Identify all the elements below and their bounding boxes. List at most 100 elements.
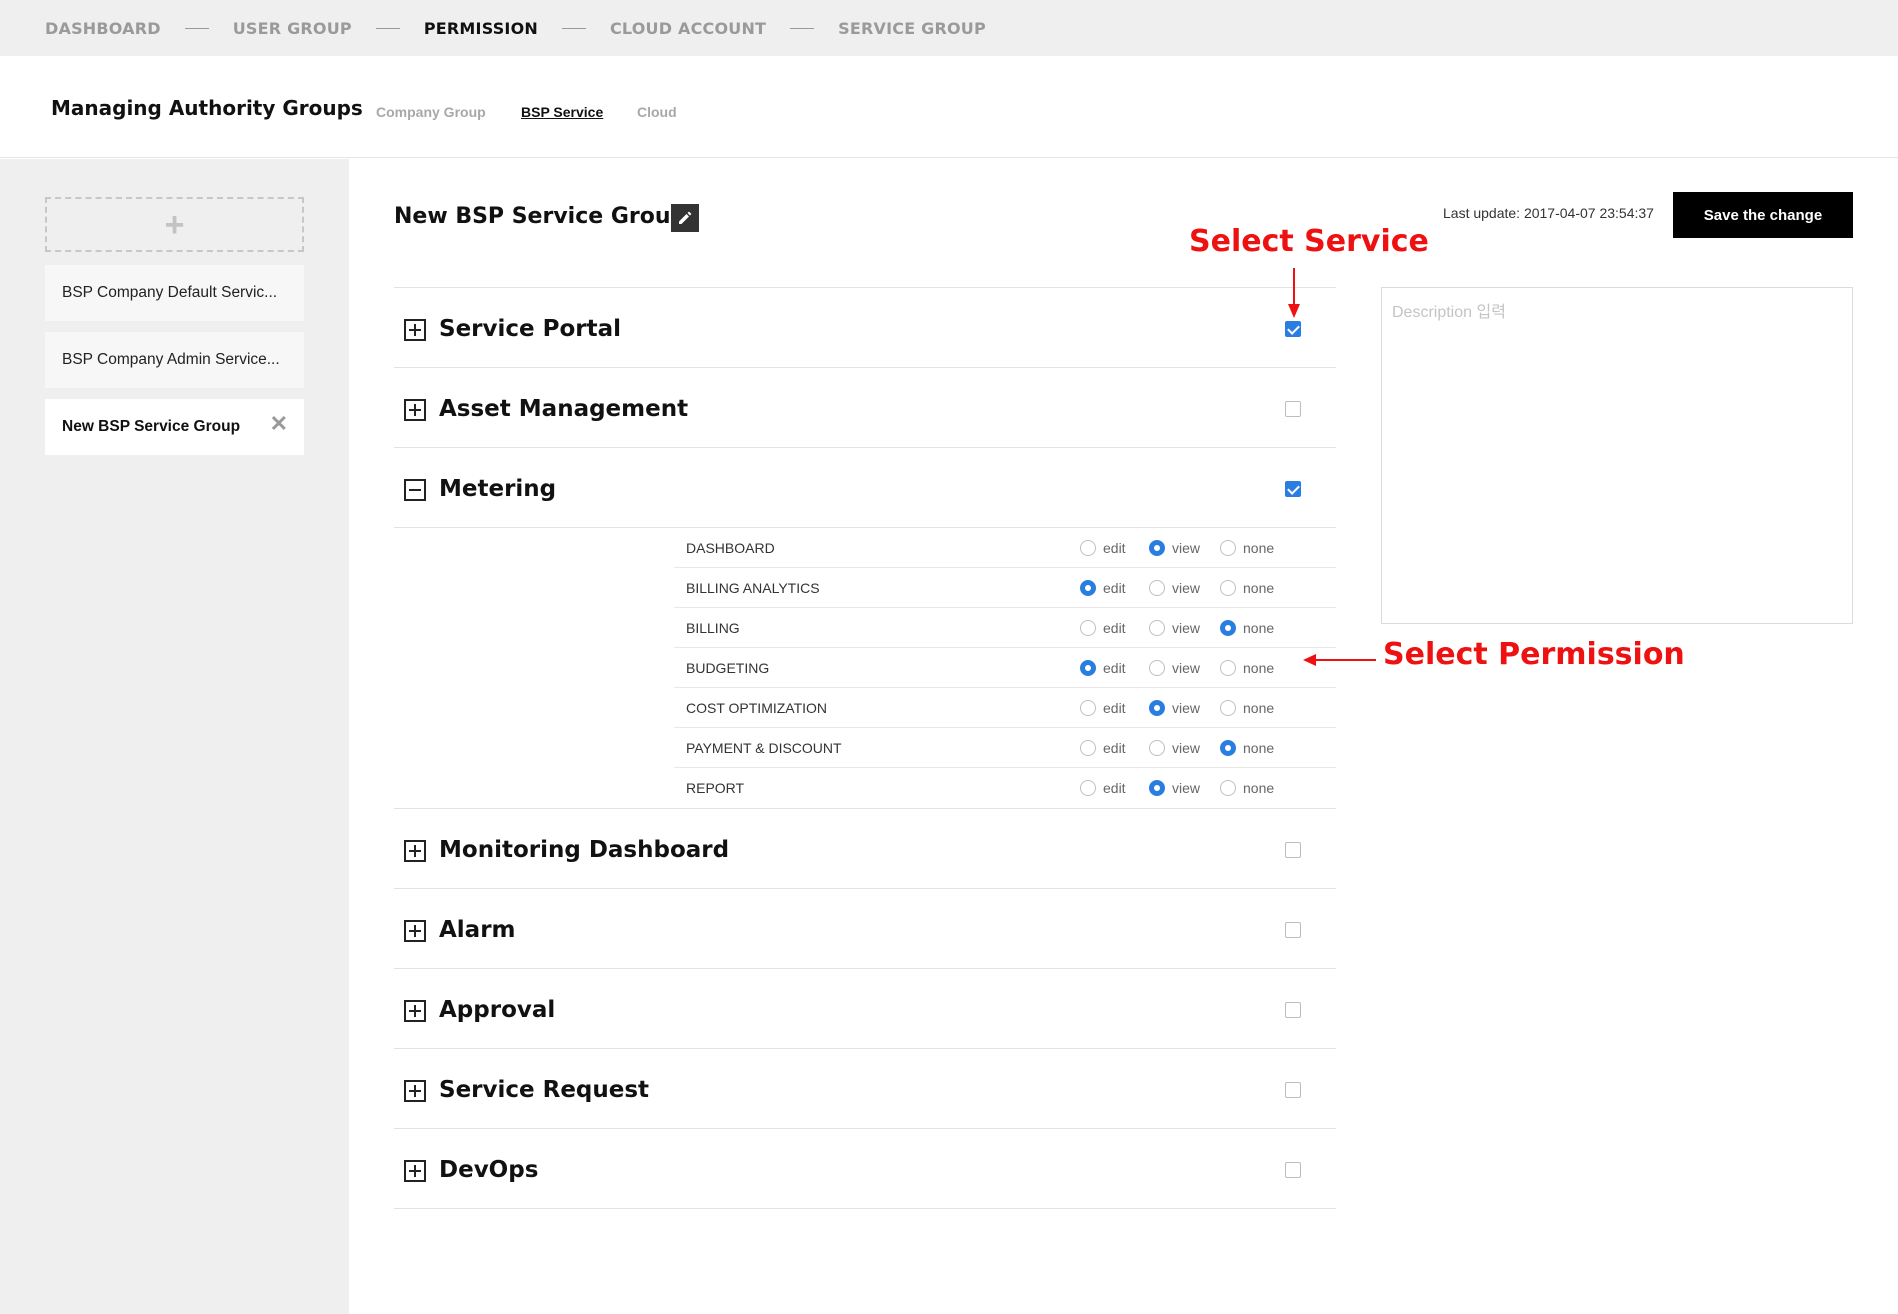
radio-circle[interactable] [1149, 660, 1165, 676]
tab-cloud[interactable]: Cloud [637, 104, 677, 120]
last-update-text: Last update: 2017-04-07 23:54:37 [1443, 205, 1654, 221]
radio-circle[interactable] [1149, 780, 1165, 796]
service-checkbox[interactable] [1285, 1162, 1301, 1178]
permission-name: DASHBOARD [686, 540, 775, 556]
service-row-service-request: Service Request [394, 1049, 1336, 1129]
permission-radio-none[interactable]: none [1220, 740, 1274, 756]
permission-radio-edit[interactable]: edit [1080, 700, 1126, 716]
step-service-group[interactable]: SERVICE GROUP [838, 19, 986, 38]
service-checkbox[interactable] [1285, 1002, 1301, 1018]
radio-label: edit [1103, 540, 1126, 556]
permission-radio-view[interactable]: view [1149, 700, 1200, 716]
step-divider [790, 27, 815, 29]
expand-icon[interactable] [404, 319, 426, 341]
service-checkbox[interactable] [1285, 481, 1301, 497]
group-sidebar: + BSP Company Default Servic... BSP Comp… [0, 159, 349, 1314]
permission-radio-none[interactable]: none [1220, 660, 1274, 676]
service-checkbox[interactable] [1285, 321, 1301, 337]
service-row-approval: Approval [394, 969, 1336, 1049]
permission-radio-none[interactable]: none [1220, 540, 1274, 556]
permission-radio-none[interactable]: none [1220, 700, 1274, 716]
permission-radio-view[interactable]: view [1149, 580, 1200, 596]
service-row-alarm: Alarm [394, 889, 1336, 969]
permission-radio-view[interactable]: view [1149, 740, 1200, 756]
radio-circle[interactable] [1080, 660, 1096, 676]
radio-circle[interactable] [1220, 620, 1236, 636]
permission-radio-view[interactable]: view [1149, 660, 1200, 676]
save-button[interactable]: Save the change [1673, 192, 1853, 238]
permission-row: BILLING ANALYTICS edit view none [674, 568, 1336, 608]
close-icon[interactable]: ✕ [270, 413, 288, 435]
step-user-group[interactable]: USER GROUP [233, 19, 352, 38]
radio-circle[interactable] [1080, 780, 1096, 796]
radio-circle[interactable] [1080, 620, 1096, 636]
permission-radio-none[interactable]: none [1220, 620, 1274, 636]
permission-radio-none[interactable]: none [1220, 780, 1274, 796]
permission-row: PAYMENT & DISCOUNT edit view none [674, 728, 1336, 768]
radio-circle[interactable] [1080, 740, 1096, 756]
step-dashboard[interactable]: DASHBOARD [45, 19, 161, 38]
radio-circle[interactable] [1149, 580, 1165, 596]
radio-circle[interactable] [1080, 580, 1096, 596]
radio-circle[interactable] [1220, 540, 1236, 556]
service-checkbox[interactable] [1285, 922, 1301, 938]
service-checkbox[interactable] [1285, 401, 1301, 417]
service-name: Alarm [439, 917, 516, 943]
tab-company-group[interactable]: Company Group [376, 104, 486, 120]
permission-row: REPORT edit view none [674, 768, 1336, 808]
permission-radio-edit[interactable]: edit [1080, 780, 1126, 796]
radio-circle[interactable] [1220, 580, 1236, 596]
edit-title-button[interactable] [671, 204, 699, 232]
permission-radio-edit[interactable]: edit [1080, 620, 1126, 636]
group-item[interactable]: BSP Company Admin Service... [45, 332, 304, 388]
step-permission[interactable]: PERMISSION [424, 19, 538, 38]
service-checkbox[interactable] [1285, 842, 1301, 858]
permission-radio-edit[interactable]: edit [1080, 540, 1126, 556]
radio-label: edit [1103, 620, 1126, 636]
service-checkbox[interactable] [1285, 1082, 1301, 1098]
service-name: Service Request [439, 1077, 650, 1103]
radio-label: view [1172, 780, 1201, 796]
expand-icon[interactable] [404, 399, 426, 421]
collapse-icon[interactable] [404, 479, 426, 501]
permission-name: REPORT [686, 780, 745, 796]
expand-icon[interactable] [404, 1000, 426, 1022]
group-item-active[interactable]: New BSP Service Group ✕ [45, 399, 304, 455]
radio-circle[interactable] [1149, 700, 1165, 716]
permission-radio-view[interactable]: view [1149, 780, 1200, 796]
radio-circle[interactable] [1149, 620, 1165, 636]
service-row-asset-management: Asset Management [394, 368, 1336, 448]
radio-circle[interactable] [1080, 540, 1096, 556]
permission-radio-view[interactable]: view [1149, 620, 1200, 636]
radio-label: view [1172, 540, 1201, 556]
radio-label: view [1172, 660, 1201, 676]
expand-icon[interactable] [404, 840, 426, 862]
page-title: Managing Authority Groups [51, 96, 363, 120]
tab-bsp-service[interactable]: BSP Service [521, 104, 603, 120]
permission-radio-none[interactable]: none [1220, 580, 1274, 596]
group-item[interactable]: BSP Company Default Servic... [45, 265, 304, 321]
step-navigation: DASHBOARD USER GROUP PERMISSION CLOUD AC… [0, 0, 1898, 56]
permission-name: BUDGETING [686, 660, 770, 676]
permission-radio-edit[interactable]: edit [1080, 660, 1126, 676]
group-item-label: BSP Company Default Servic... [62, 284, 278, 301]
permission-radio-edit[interactable]: edit [1080, 580, 1126, 596]
radio-circle[interactable] [1080, 700, 1096, 716]
radio-circle[interactable] [1220, 740, 1236, 756]
permission-name: COST OPTIMIZATION [686, 700, 828, 716]
add-group-button[interactable]: + [45, 197, 304, 252]
permission-row: COST OPTIMIZATION edit view none [674, 688, 1336, 728]
permission-radio-view[interactable]: view [1149, 540, 1200, 556]
radio-circle[interactable] [1220, 700, 1236, 716]
radio-circle[interactable] [1220, 780, 1236, 796]
expand-icon[interactable] [404, 920, 426, 942]
expand-icon[interactable] [404, 1080, 426, 1102]
description-input[interactable] [1381, 287, 1853, 624]
radio-label: none [1243, 540, 1275, 556]
radio-circle[interactable] [1220, 660, 1236, 676]
radio-circle[interactable] [1149, 740, 1165, 756]
permission-radio-edit[interactable]: edit [1080, 740, 1126, 756]
radio-circle[interactable] [1149, 540, 1165, 556]
step-cloud-account[interactable]: CLOUD ACCOUNT [610, 19, 766, 38]
expand-icon[interactable] [404, 1160, 426, 1182]
